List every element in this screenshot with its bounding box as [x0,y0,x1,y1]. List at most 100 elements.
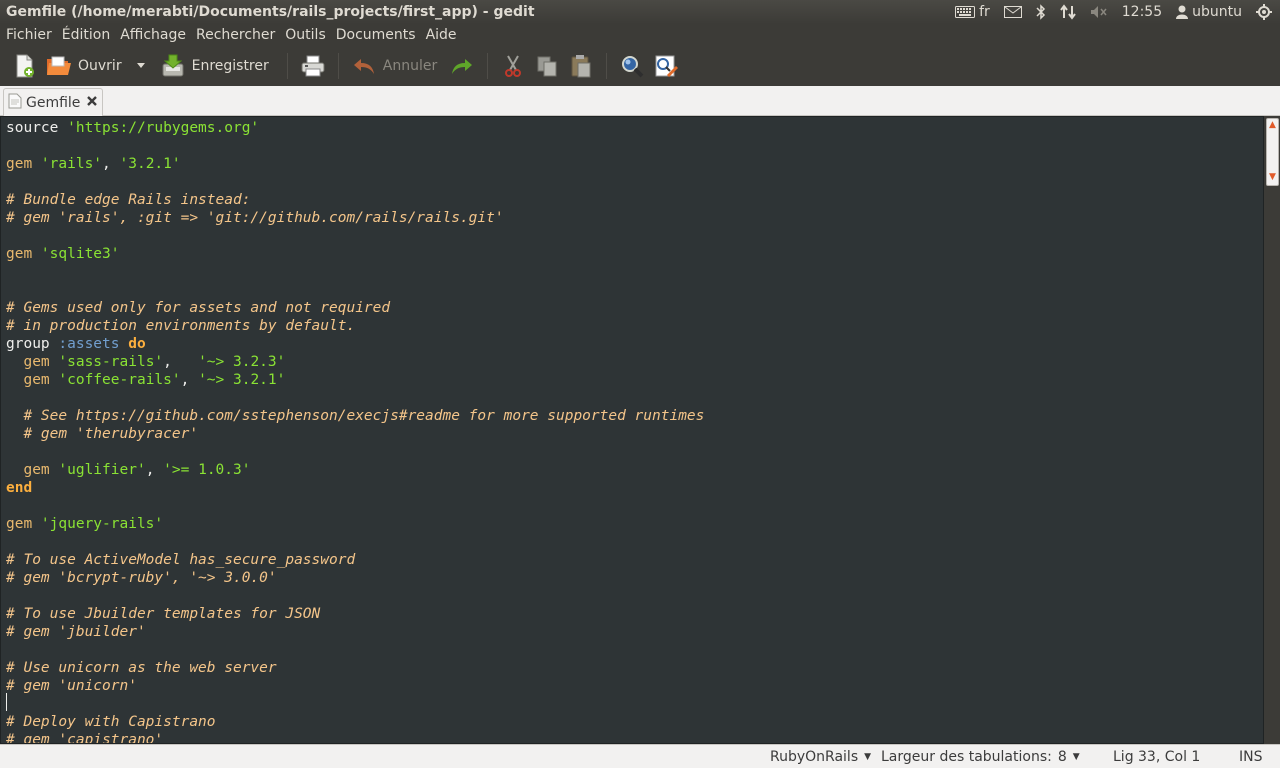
undo-icon [351,53,377,79]
save-button[interactable]: Enregistrer [156,48,273,84]
code-line: gem 'sqlite3' [6,245,1263,263]
session-gear-icon[interactable] [1256,4,1272,20]
code-token: gem [23,354,59,370]
printer-icon [300,53,326,79]
open-button[interactable]: Ouvrir [42,48,126,84]
print-button[interactable] [296,48,330,84]
menu-rechercher[interactable]: Rechercher [196,27,275,43]
code-token: '3.2.1' [119,156,181,172]
text-cursor [6,693,7,711]
code-token: 'sqlite3' [40,246,120,262]
menu-fichier[interactable]: Fichier [6,27,52,43]
code-token: # Bundle edge Rails instead: [6,192,251,208]
code-token: # To use ActiveModel has_secure_password [6,552,356,568]
toolbar-separator [606,53,608,79]
keyboard-indicator[interactable]: fr [955,4,990,20]
redo-button[interactable] [445,48,479,84]
code-token: # Deploy with Capistrano [6,714,216,730]
scroll-up-icon[interactable]: ▲ [1267,119,1278,131]
chevron-down-icon: ▼ [864,751,872,762]
indicator-area: fr 12:55 ubuntu [955,4,1280,20]
copy-icon [534,53,560,79]
clock[interactable]: 12:55 [1122,4,1162,20]
language-label: RubyOnRails [770,748,859,765]
tab-label: Gemfile [26,94,81,111]
volume-muted-icon[interactable] [1090,5,1108,19]
code-line: gem 'uglifier', '>= 1.0.3' [6,461,1263,479]
toolbar-separator [487,53,489,79]
undo-button[interactable]: Annuler [347,48,441,84]
menu-documents[interactable]: Documents [336,27,416,43]
code-line: # in production environments by default. [6,317,1263,335]
scroll-down-icon[interactable]: ▼ [1267,171,1278,183]
tab-width-value: 8 [1057,748,1067,765]
paste-button[interactable] [564,48,598,84]
search-button[interactable] [615,48,649,84]
menu-affichage[interactable]: Affichage [120,27,186,43]
code-line: # gem 'therubyracer' [6,425,1263,443]
code-token: 'jquery-rails' [40,516,164,532]
code-token: 'uglifier' [58,462,146,478]
tab-gemfile[interactable]: Gemfile [3,88,103,116]
code-token: 'https://rubygems.org' [67,120,260,136]
bluetooth-icon[interactable] [1036,4,1046,20]
open-folder-icon [46,53,72,79]
code-line: gem 'jquery-rails' [6,515,1263,533]
copy-button[interactable] [530,48,564,84]
menu-outils[interactable]: Outils [285,27,325,43]
vertical-scrollbar[interactable]: ▲ ▼ [1264,116,1280,744]
cut-button[interactable] [496,48,530,84]
code-token: # gem 'jbuilder' [6,624,146,640]
code-token: gem [6,516,41,532]
open-label: Ouvrir [78,58,122,74]
keyboard-layout: fr [979,4,990,20]
tab-width-selector[interactable]: Largeur des tabulations: 8 ▼ [881,749,1080,765]
code-token: , [145,462,164,478]
tab-width-label: Largeur des tabulations: [881,748,1052,765]
text-editor[interactable]: source 'https://rubygems.org' gem 'rails'… [0,116,1264,744]
code-line: # To use ActiveModel has_secure_password [6,551,1263,569]
code-line: # Gems used only for assets and not requ… [6,299,1263,317]
mail-icon[interactable] [1003,6,1022,18]
code-line: # gem 'bcrypt-ruby', '~> 3.0.0' [6,569,1263,587]
code-token: source [6,120,68,136]
menu-aide[interactable]: Aide [426,27,457,43]
new-document-button[interactable] [8,48,42,84]
language-selector[interactable]: RubyOnRails ▼ [770,749,871,765]
code-token: do [128,336,146,352]
user-menu[interactable]: ubuntu [1176,4,1242,20]
code-token: , [163,354,199,370]
code-token: # See https://github.com/sstephenson/exe… [23,408,705,424]
window-title: Gemfile (/home/merabti/Documents/rails_p… [6,4,535,20]
code-token: '>= 1.0.3' [163,462,251,478]
insert-mode: INS [1239,748,1263,765]
code-content[interactable]: source 'https://rubygems.org' gem 'rails'… [1,117,1263,743]
document-tab-bar: Gemfile [0,86,1280,116]
code-token: end [6,480,33,496]
network-icon[interactable] [1059,4,1076,20]
open-recent-dropdown[interactable] [126,48,150,84]
close-tab-icon[interactable] [86,95,98,111]
keyboard-icon [955,6,976,18]
menu-bar: Fichier Édition Affichage Rechercher Out… [0,24,1280,46]
status-bar: RubyOnRails ▼ Largeur des tabulations: 8… [0,744,1280,768]
menu-edition[interactable]: Édition [62,27,110,43]
search-replace-button[interactable] [649,48,683,84]
cursor-position: Lig 33, Col 1 [1113,748,1201,765]
code-line: gem 'rails', '3.2.1' [6,155,1263,173]
code-token: # Use unicorn as the web server [6,660,277,676]
code-token: # gem 'therubyracer' [23,426,199,442]
code-line: group :assets do [6,335,1263,353]
undo-label: Annuler [382,58,438,74]
code-line: # To use Jbuilder templates for JSON [6,605,1263,623]
